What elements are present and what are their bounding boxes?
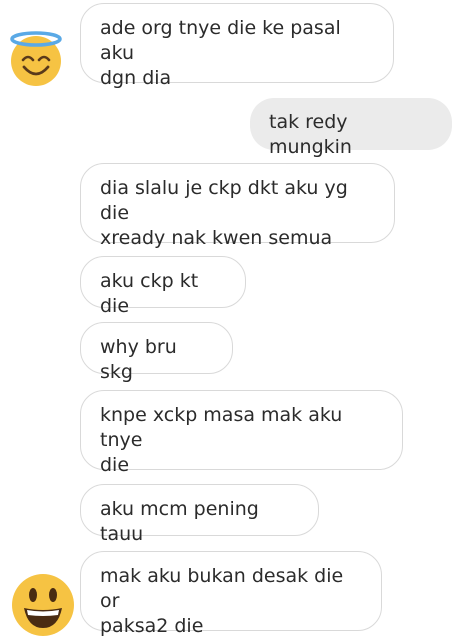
message-bubble-incoming[interactable]: aku mcm pening tauu [80, 484, 319, 545]
smiling-face-with-halo-icon [10, 31, 62, 86]
message-bubble-incoming[interactable]: mak aku bukan desak die or paksa2 die [80, 551, 382, 637]
grinning-face-icon [12, 574, 74, 636]
message-bubble-outgoing[interactable]: tak redy mungkin [250, 98, 452, 158]
message-bubble-incoming[interactable]: knpe xckp masa mak aku tnye die [80, 390, 403, 476]
message-bubble-incoming[interactable]: ade org tnye die ke pasal aku dgn dia [80, 3, 394, 89]
message-bubble-incoming[interactable]: aku ckp kt die [80, 256, 246, 317]
message-bubble-incoming[interactable]: dia slalu je ckp dkt aku yg die xready n… [80, 163, 395, 249]
message-bubble-incoming[interactable]: why bru skg [80, 322, 233, 383]
